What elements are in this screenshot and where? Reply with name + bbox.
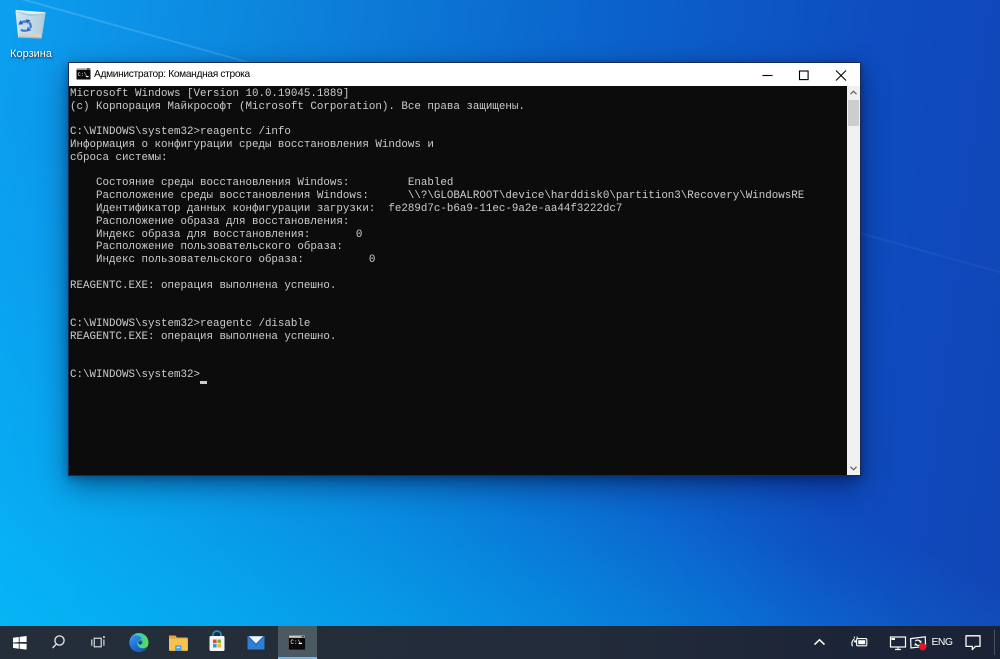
svg-text:C:\: C:\ — [78, 72, 87, 78]
svg-text:C:\: C:\ — [290, 639, 301, 646]
